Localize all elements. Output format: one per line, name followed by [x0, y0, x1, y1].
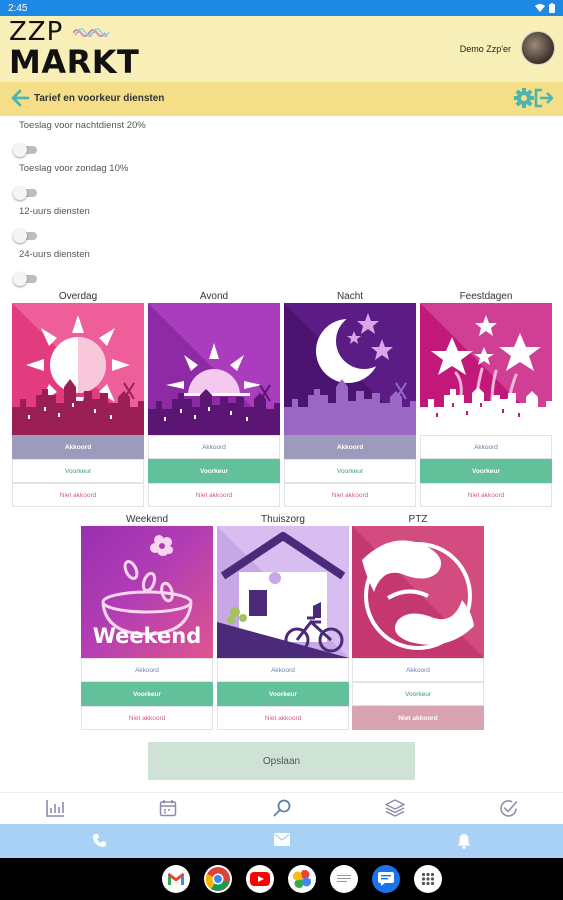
toggle-label-12h-shifts: 12-uurs diensten — [19, 206, 90, 217]
caring-hands-icon — [352, 526, 484, 658]
option-voorkeur[interactable]: Voorkeur — [284, 459, 416, 483]
contact-bar — [0, 824, 563, 858]
option-akkoord[interactable]: Akkoord — [81, 658, 213, 682]
option-voorkeur[interactable]: Voorkeur — [352, 682, 484, 706]
gmail-app-icon[interactable] — [162, 865, 190, 893]
option-voorkeur[interactable]: Voorkeur — [217, 682, 349, 706]
logo-line2: MARKT — [9, 43, 140, 81]
calendar-icon[interactable] — [159, 799, 177, 817]
option-niet-akkoord[interactable]: Niet akkoord — [81, 706, 213, 730]
messages-app-icon[interactable] — [372, 865, 400, 893]
photos-app-icon[interactable] — [288, 865, 316, 893]
search-icon[interactable] — [273, 799, 291, 817]
option-voorkeur[interactable]: Voorkeur — [420, 459, 552, 483]
page-title: Tarief en voorkeur diensten — [34, 93, 165, 104]
user-name[interactable]: Demo Zzp'er — [460, 44, 511, 54]
shift-card-title: Overdag — [58, 291, 98, 302]
shift-card-title: Weekend — [125, 514, 169, 525]
toggle-label-night-surcharge: Toeslag voor nachtdienst 20% — [19, 120, 146, 131]
check-circle-icon[interactable] — [499, 799, 518, 818]
option-akkoord[interactable]: Akkoord — [217, 658, 349, 682]
option-voorkeur[interactable]: Voorkeur — [12, 459, 144, 483]
shift-card-title: Feestdagen — [459, 291, 513, 302]
bottom-nav — [0, 792, 563, 824]
gear-icon[interactable] — [513, 87, 535, 109]
weekend-image: Weekend — [81, 526, 213, 658]
battery-icon — [549, 3, 555, 13]
option-niet-akkoord[interactable]: Niet akkoord — [217, 706, 349, 730]
app-header: ZZP MARKT Demo Zzp'er — [0, 16, 563, 82]
option-akkoord[interactable]: Akkoord — [284, 435, 416, 459]
mail-icon[interactable] — [274, 833, 290, 846]
toggle-label-sunday-surcharge: Toeslag voor zondag 10% — [19, 163, 129, 174]
toggle-label-24h-shifts: 24-uurs diensten — [19, 249, 90, 260]
logo-wave-icon — [73, 28, 110, 37]
app-logo[interactable]: ZZP MARKT — [9, 17, 140, 81]
option-niet-akkoord[interactable]: Niet akkoord — [148, 483, 280, 507]
phone-icon[interactable] — [92, 833, 107, 848]
option-akkoord[interactable]: Akkoord — [352, 658, 484, 682]
option-niet-akkoord[interactable]: Niet akkoord — [284, 483, 416, 507]
shift-card-title: Nacht — [336, 291, 364, 302]
web-app-icon[interactable] — [330, 865, 358, 893]
sun-icon — [12, 303, 144, 435]
toggle-24h-shifts[interactable] — [13, 272, 39, 286]
chrome-app-icon[interactable] — [204, 865, 232, 893]
avatar[interactable] — [521, 31, 555, 65]
chart-icon[interactable] — [45, 799, 65, 817]
wifi-icon — [535, 4, 545, 12]
save-button[interactable]: Opslaan — [148, 742, 415, 780]
option-niet-akkoord[interactable]: Niet akkoord — [12, 483, 144, 507]
option-akkoord[interactable]: Akkoord — [148, 435, 280, 459]
option-voorkeur[interactable]: Voorkeur — [81, 682, 213, 706]
option-akkoord[interactable]: Akkoord — [420, 435, 552, 459]
youtube-app-icon[interactable] — [246, 865, 274, 893]
toggle-night-surcharge[interactable] — [13, 143, 39, 157]
app-drawer-icon[interactable] — [414, 865, 442, 893]
option-akkoord[interactable]: Akkoord — [12, 435, 144, 459]
moon-icon — [284, 303, 416, 435]
toggle-sunday-surcharge[interactable] — [13, 186, 39, 200]
fireworks-icon — [420, 303, 552, 435]
sunset-icon — [148, 303, 280, 435]
layers-icon[interactable] — [385, 799, 405, 817]
bell-icon[interactable] — [457, 833, 471, 849]
logo-line1: ZZP — [9, 17, 64, 47]
option-niet-akkoord[interactable]: Niet akkoord — [352, 706, 484, 730]
weekend-image-text: Weekend — [92, 624, 202, 648]
shift-card-title: PTZ — [408, 514, 428, 525]
shift-card-title: Thuiszorg — [261, 514, 305, 525]
logout-icon[interactable] — [533, 88, 555, 108]
option-voorkeur[interactable]: Voorkeur — [148, 459, 280, 483]
toggle-12h-shifts[interactable] — [13, 229, 39, 243]
shift-card-title: Avond — [199, 291, 229, 302]
option-niet-akkoord[interactable]: Niet akkoord — [420, 483, 552, 507]
house-bike-icon — [217, 526, 349, 658]
status-icons — [535, 3, 555, 13]
android-taskbar — [0, 858, 563, 900]
back-arrow-icon[interactable] — [10, 88, 30, 108]
status-bar: 2:45 — [0, 0, 563, 16]
status-time: 2:45 — [8, 2, 28, 14]
page-toolbar: Tarief en voorkeur diensten — [0, 82, 563, 116]
